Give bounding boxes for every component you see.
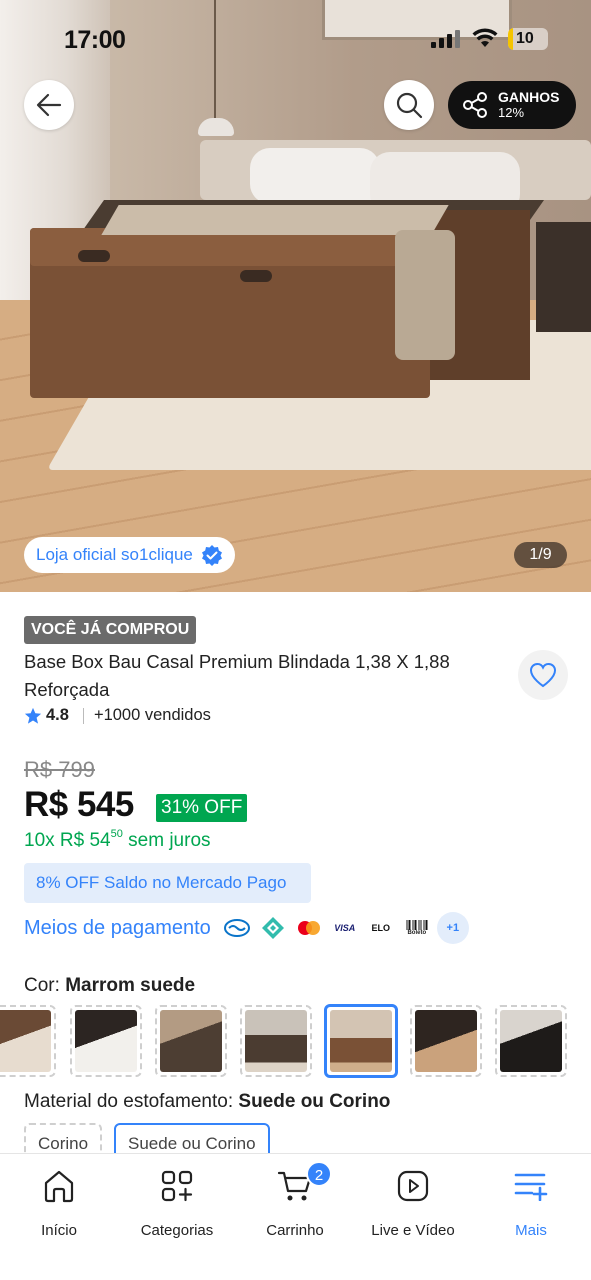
official-store-label: Loja oficial so1clique — [36, 545, 193, 564]
official-store-badge[interactable]: Loja oficial so1clique — [24, 537, 235, 573]
status-time: 17:00 — [64, 26, 126, 54]
verified-icon — [201, 545, 222, 566]
color-label: Cor: — [24, 975, 60, 996]
boleto-icon: Boleto — [400, 912, 433, 944]
menu-plus-icon — [514, 1173, 548, 1201]
promo-banner: 8% OFF Saldo no Mercado Pago — [24, 863, 311, 903]
image-pager: 1/9 — [514, 542, 567, 568]
installments-prefix: 10x R$ 54 — [24, 830, 111, 851]
nav-live-video-label: Live e Vídeo — [371, 1222, 455, 1239]
color-selector-label: Cor: Marrom suede — [24, 975, 195, 997]
rating-value: 4.8 — [46, 706, 69, 724]
color-thumbnail-selected[interactable] — [324, 1004, 398, 1078]
sold-count: +1000 vendidos — [93, 706, 211, 724]
image-throw — [395, 230, 455, 360]
nav-cart-label: Carrinho — [266, 1222, 324, 1239]
price: R$ 545 — [24, 785, 134, 824]
home-icon — [44, 1170, 74, 1203]
color-thumbnail[interactable] — [0, 1005, 56, 1077]
color-thumbnail[interactable] — [495, 1005, 567, 1077]
discount-badge: 31% OFF — [156, 794, 248, 822]
installments-suffix: sem juros — [128, 830, 211, 851]
favorite-button[interactable] — [518, 650, 568, 700]
material-value: Suede ou Corino — [238, 1091, 391, 1112]
battery-icon: 10 — [508, 28, 548, 50]
nav-more[interactable]: Mais — [472, 1166, 590, 1239]
nav-categories[interactable]: Categorias — [118, 1166, 236, 1239]
back-button[interactable] — [24, 80, 74, 130]
material-selector-label: Material do estofamento: Suede ou Corino — [24, 1091, 390, 1113]
material-label: Material do estofamento: — [24, 1091, 234, 1112]
arrow-left-icon — [36, 93, 62, 117]
old-price: R$ 799 — [24, 757, 95, 782]
image-pillow — [250, 148, 380, 204]
image-throw — [101, 205, 449, 235]
image-lamp — [198, 118, 234, 136]
heart-icon — [529, 662, 557, 688]
nav-home-label: Início — [41, 1222, 77, 1239]
more-payments-badge[interactable]: +1 — [436, 912, 469, 944]
visa-icon: VISA — [328, 912, 361, 944]
color-thumbnails — [0, 1004, 591, 1079]
color-thumbnail[interactable] — [410, 1005, 482, 1077]
earnings-label: GANHOS — [498, 89, 560, 105]
color-thumbnail[interactable] — [155, 1005, 227, 1077]
rating-row[interactable]: 4.8 +1000 vendidos — [24, 706, 211, 725]
elo-icon: ELO — [364, 912, 397, 944]
signal-icon — [431, 30, 463, 48]
status-bar: 17:00 10 — [0, 0, 591, 80]
star-icon — [24, 707, 42, 724]
image-handle — [78, 250, 110, 262]
battery-level: 10 — [516, 30, 534, 47]
installments: 10x R$ 5450 sem juros — [24, 828, 211, 852]
image-handle — [240, 270, 272, 282]
pix-icon — [256, 912, 289, 944]
earnings-percent: 12% — [498, 105, 525, 120]
color-thumbnail[interactable] — [240, 1005, 312, 1077]
mercado-pago-icon — [220, 912, 253, 944]
product-title: Base Box Bau Casal Premium Blindada 1,38… — [24, 651, 450, 700]
image-side-table — [536, 222, 591, 332]
nav-live-video[interactable]: Live e Vídeo — [354, 1166, 472, 1239]
payment-methods-link[interactable]: Meios de pagamento — [24, 917, 211, 940]
wifi-icon — [472, 28, 498, 47]
bottom-navigation: Início Categorias 2 Carrinho Live e Víde… — [0, 1153, 591, 1280]
boleto-label: Boleto — [407, 930, 427, 936]
color-value: Marrom suede — [65, 975, 196, 996]
search-icon — [396, 92, 423, 119]
nav-categories-label: Categorias — [140, 1222, 214, 1239]
search-button[interactable] — [384, 80, 434, 130]
installments-cents: 50 — [110, 828, 123, 840]
mastercard-icon — [292, 912, 325, 944]
nav-home[interactable]: Início — [0, 1166, 118, 1239]
divider — [82, 707, 84, 724]
payment-methods-row[interactable]: Meios de pagamento VISA ELO Boleto +1 — [24, 910, 473, 946]
play-icon — [397, 1170, 429, 1202]
purchased-badge: VOCÊ JÁ COMPROU — [24, 616, 197, 644]
nav-cart[interactable]: 2 Carrinho — [236, 1161, 354, 1239]
cart-count-badge: 2 — [306, 1161, 332, 1187]
share-icon — [463, 92, 487, 118]
categories-icon — [161, 1170, 193, 1202]
share-earnings-button[interactable]: GANHOS 12% — [448, 81, 576, 129]
color-thumbnail[interactable] — [70, 1005, 142, 1077]
nav-more-label: Mais — [515, 1222, 547, 1239]
